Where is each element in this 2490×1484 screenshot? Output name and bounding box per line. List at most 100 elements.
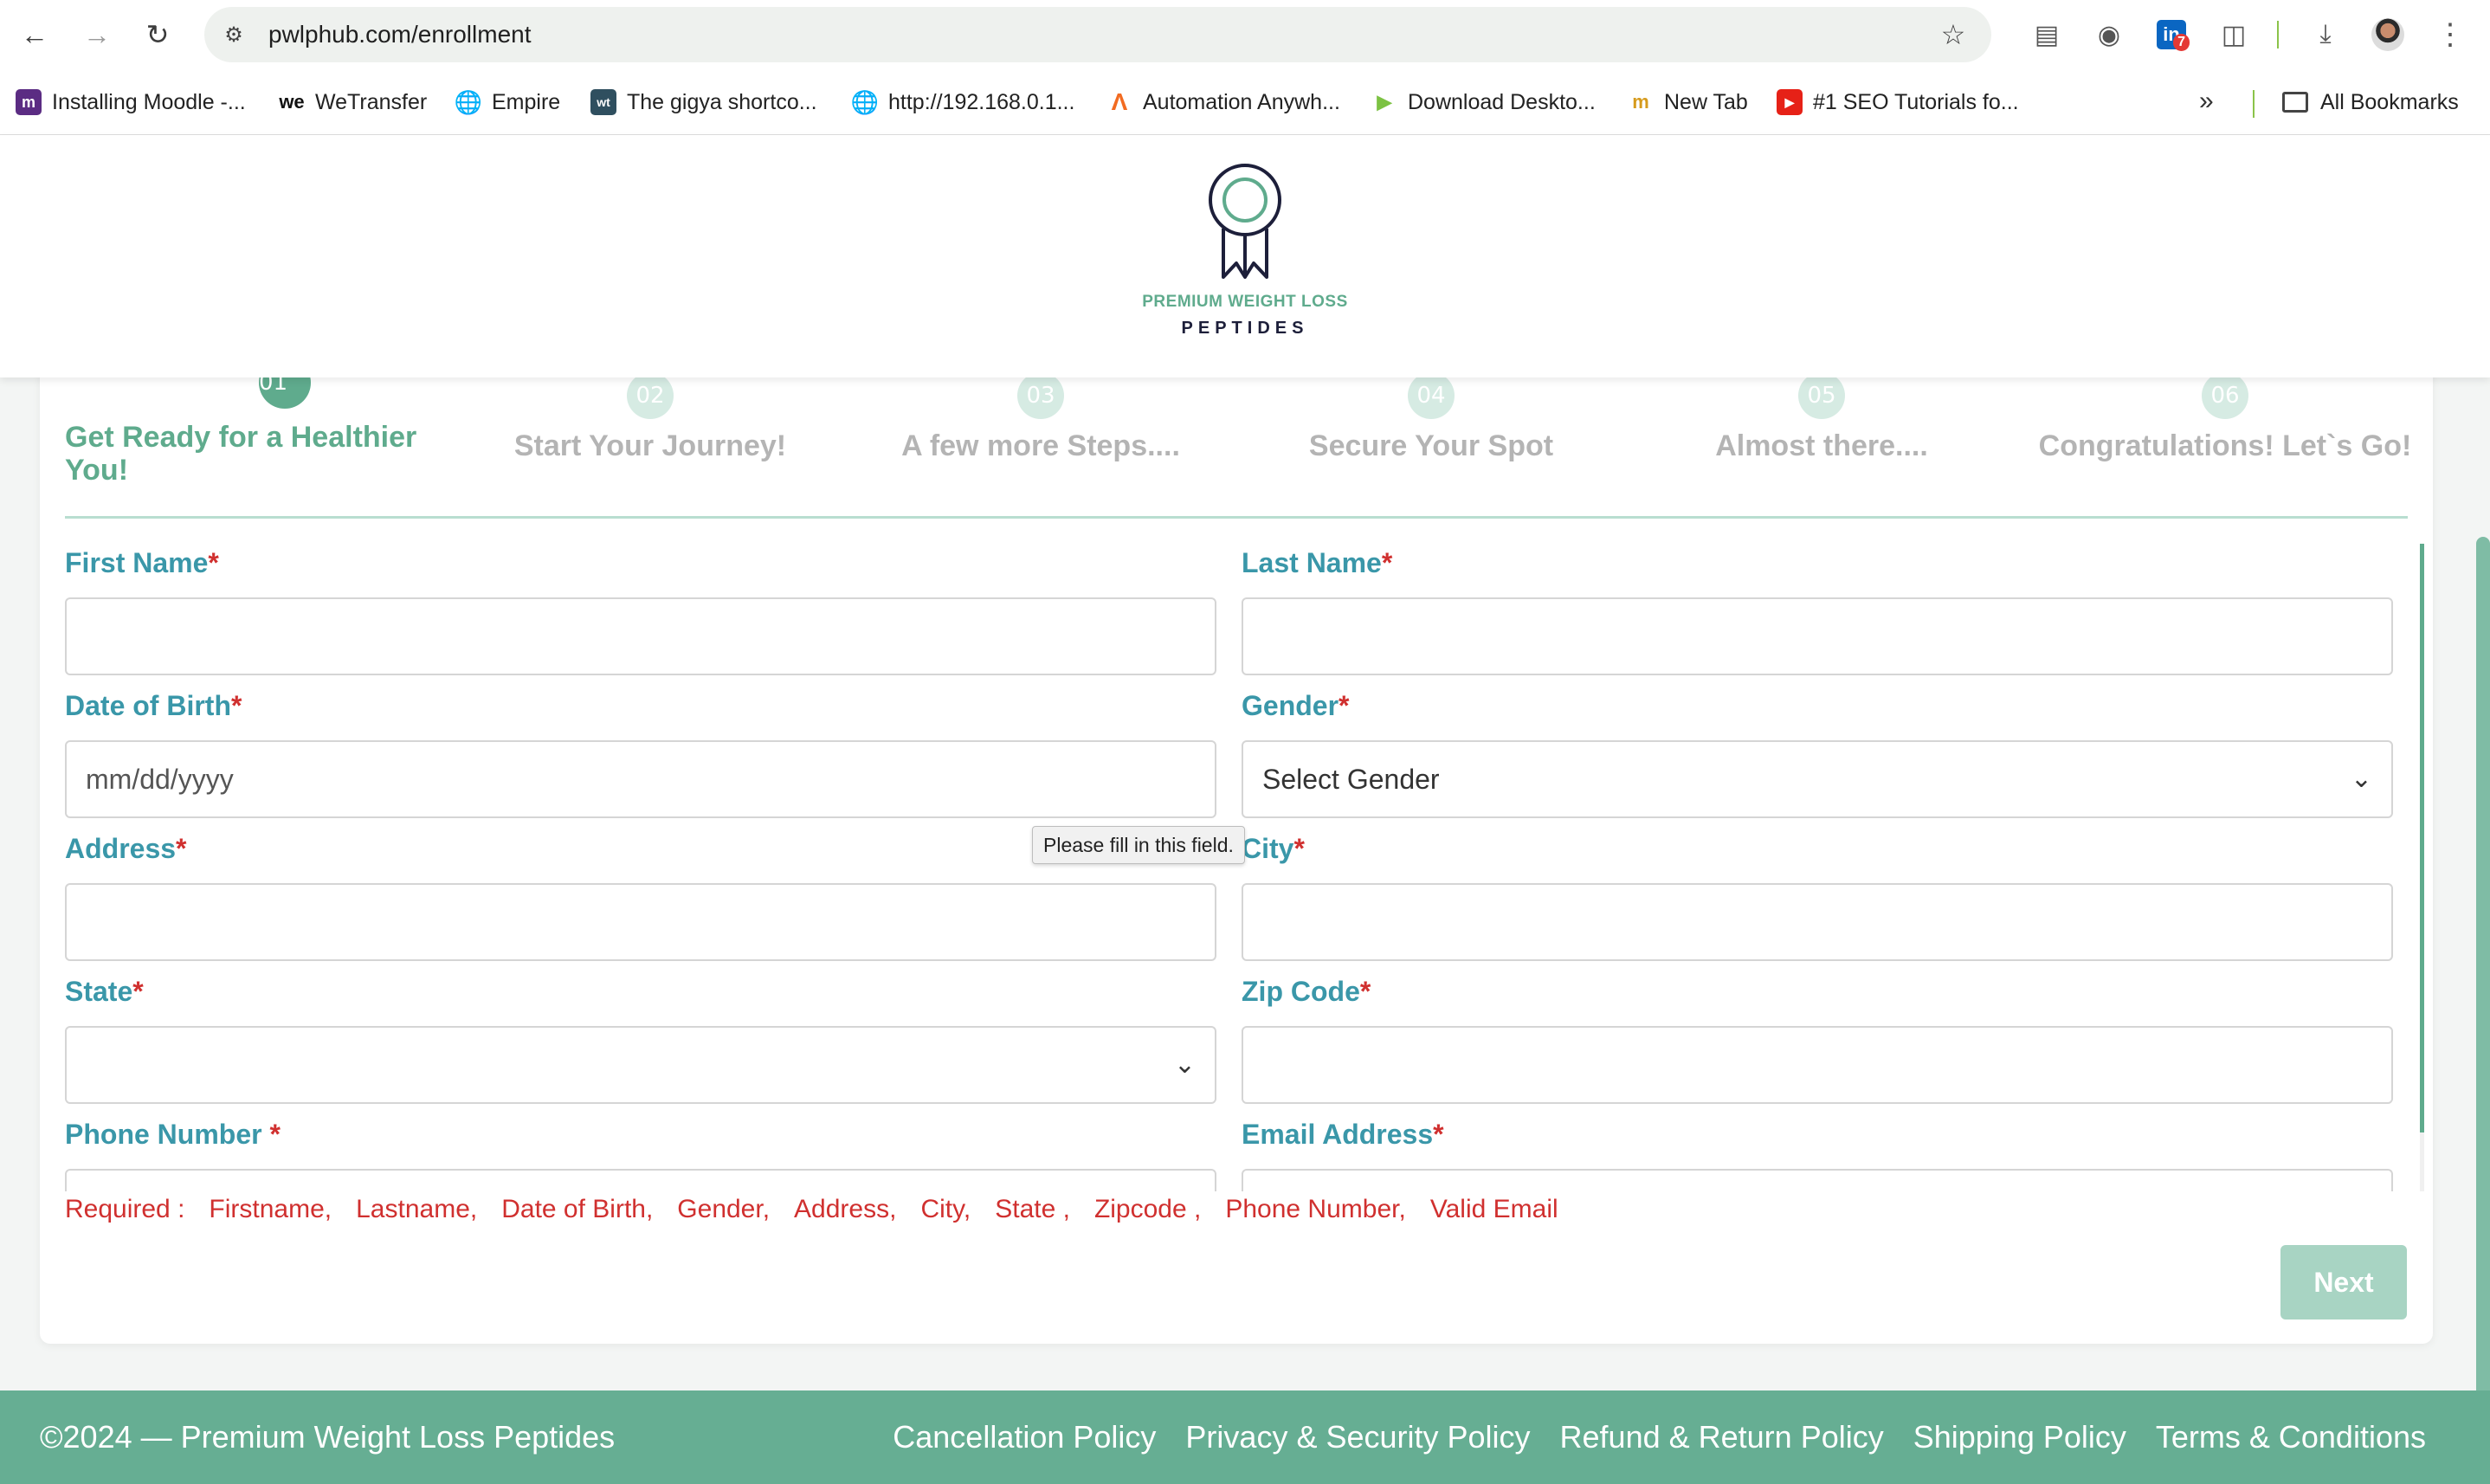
bookmark-item[interactable]: m New Tab <box>1628 87 1748 118</box>
bookmark-item[interactable]: wt The gigya shortco... <box>590 87 817 118</box>
logo-wordmark: PEPTIDES <box>1181 319 1309 338</box>
forward-icon[interactable]: → <box>78 16 116 54</box>
linkedin-extension-icon[interactable]: in 7 <box>2152 16 2190 54</box>
step-label: Almost there.... <box>1715 429 1928 462</box>
step-5[interactable]: 05 Almost there.... <box>1648 372 1995 463</box>
step-number: 02 <box>627 372 674 419</box>
state-label: State* <box>65 976 144 1007</box>
bookmark-item[interactable]: Λ Automation Anywh... <box>1106 87 1340 118</box>
dob-label: Date of Birth* <box>65 690 242 721</box>
city-label: City* <box>1242 833 1305 864</box>
footer-link-shipping[interactable]: Shipping Policy <box>1913 1419 2126 1455</box>
bookmark-item[interactable]: 🌐 Empire <box>455 87 560 118</box>
page-scrollbar[interactable] <box>2476 537 2490 1403</box>
bookmark-item[interactable]: ▶ #1 SEO Tutorials fo... <box>1777 87 2019 118</box>
step-2[interactable]: 02 Start Your Journey! <box>477 372 823 463</box>
step-6[interactable]: 06 Congratulations! Let`s Go! <box>2035 372 2416 463</box>
bookmark-item[interactable]: ▶ Download Deskto... <box>1371 87 1596 118</box>
clapperboard-icon[interactable]: ▤ <box>2028 16 2066 54</box>
chevron-down-icon: ⌄ <box>1173 1050 1196 1079</box>
all-bookmarks-button[interactable]: All Bookmarks <box>2282 87 2459 118</box>
automation-anywhere-icon: Λ <box>1111 88 1128 115</box>
state-select[interactable]: ⌄ <box>65 1026 1216 1104</box>
city-input[interactable] <box>1242 883 2393 961</box>
camera-icon[interactable]: ◉ <box>2090 16 2128 54</box>
bookmarks-bar: m Installing Moodle -... we WeTransfer 🌐… <box>0 69 2490 135</box>
enrollment-form: First Name* Last Name* Date of Birth* mm… <box>65 544 2424 1191</box>
kebab-menu-icon[interactable]: ⋮ <box>2431 16 2469 54</box>
footer-link-cancellation[interactable]: Cancellation Policy <box>893 1419 1156 1455</box>
footer-link-refund[interactable]: Refund & Return Policy <box>1560 1419 1884 1455</box>
bookmark-item[interactable]: m Installing Moodle -... <box>16 87 246 118</box>
steps-divider <box>65 516 2408 519</box>
chevron-down-icon: ⌄ <box>2350 765 2372 793</box>
site-footer: ©2024 — Premium Weight Loss Peptides Can… <box>0 1390 2490 1484</box>
email-group: Email Address* <box>1242 1115 2393 1191</box>
bookmark-item[interactable]: 🌐 http://192.168.0.1... <box>850 87 1075 118</box>
email-label: Email Address* <box>1242 1119 1444 1150</box>
step-number: 06 <box>2202 372 2248 419</box>
last-name-label: Last Name* <box>1242 547 1393 578</box>
state-group: State* ⌄ <box>65 972 1216 1104</box>
site-header: PREMIUM WEIGHT LOSS PEPTIDES <box>0 135 2490 377</box>
zip-input[interactable] <box>1242 1026 2393 1104</box>
step-3[interactable]: 03 A few more Steps.... <box>868 372 1214 463</box>
moodle-icon: m <box>16 89 42 115</box>
step-label: Get Ready for a Healthier You! <box>65 421 417 487</box>
youtube-icon: ▶ <box>1777 89 1803 115</box>
reload-icon[interactable]: ↻ <box>139 16 177 54</box>
footer-copyright: ©2024 — Premium Weight Loss Peptides <box>40 1419 616 1455</box>
address-input[interactable] <box>65 883 1216 961</box>
logo-tagline: PREMIUM WEIGHT LOSS <box>1142 293 1348 311</box>
gender-selected-value: Select Gender <box>1262 764 1440 795</box>
footer-link-privacy[interactable]: Privacy & Security Policy <box>1185 1419 1530 1455</box>
wetransfer-icon: we <box>279 91 305 113</box>
bookmarks-overflow-icon[interactable]: » <box>2199 87 2214 116</box>
footer-links: Cancellation Policy Privacy & Security P… <box>863 1390 2426 1484</box>
phone-label: Phone Number * <box>65 1119 281 1150</box>
phone-group: Phone Number * <box>65 1115 1216 1191</box>
step-number: 03 <box>1017 372 1064 419</box>
profile-avatar[interactable] <box>2369 16 2407 54</box>
step-4[interactable]: 04 Secure Your Spot <box>1258 372 1604 463</box>
bookmark-star-icon[interactable]: ☆ <box>1934 16 1972 54</box>
zip-group: Zip Code* <box>1242 972 2393 1104</box>
gender-label: Gender* <box>1242 690 1350 721</box>
next-button[interactable]: Next <box>2280 1245 2407 1319</box>
dob-input[interactable]: mm/dd/yyyy <box>65 740 1216 818</box>
extension-badge: 7 <box>2173 34 2190 51</box>
step-label: Secure Your Spot <box>1308 429 1554 462</box>
gender-select[interactable]: Select Gender ⌄ <box>1242 740 2393 818</box>
required-item: Zipcode , <box>1093 1195 1202 1223</box>
site-info-icon[interactable]: ⚙ <box>218 19 249 50</box>
bookmark-item[interactable]: we WeTransfer <box>279 87 427 118</box>
first-name-input[interactable] <box>65 597 1216 675</box>
footer-link-terms[interactable]: Terms & Conditions <box>2156 1419 2426 1455</box>
folder-icon <box>2282 92 2308 113</box>
back-icon[interactable]: ← <box>16 16 54 54</box>
bookmarks-divider <box>2253 90 2255 118</box>
step-number: 05 <box>1798 372 1845 419</box>
url-text[interactable]: pwlphub.com/enrollment <box>268 7 532 62</box>
site-logo[interactable]: PREMIUM WEIGHT LOSS PEPTIDES <box>1126 161 1364 339</box>
download-icon[interactable]: ⤓ <box>2306 16 2345 54</box>
last-name-input[interactable] <box>1242 597 2393 675</box>
required-item: Date of Birth, <box>501 1195 654 1223</box>
globe-icon: 🌐 <box>454 88 483 115</box>
required-item: Gender, <box>677 1195 771 1223</box>
dob-group: Date of Birth* mm/dd/yyyy <box>65 687 1216 818</box>
step-label: A few more Steps.... <box>901 429 1180 462</box>
address-bar[interactable]: ⚙ pwlphub.com/enrollment ☆ <box>204 7 1991 62</box>
required-item: Lastname, <box>356 1195 478 1223</box>
first-name-label: First Name* <box>65 547 219 578</box>
validation-tooltip: Please fill in this field. <box>1032 826 1245 864</box>
form-scrollbar-thumb[interactable] <box>2420 544 2424 1132</box>
required-fields-message: Required : Firstname, Lastname, Date of … <box>65 1188 1583 1231</box>
globe-icon: 🌐 <box>850 88 880 115</box>
first-name-group: First Name* <box>65 544 1216 675</box>
required-item: Valid Email <box>1429 1195 1558 1223</box>
wt-icon: wt <box>590 89 616 115</box>
puzzle-icon[interactable]: ◫ <box>2215 16 2253 54</box>
city-group: City* <box>1242 829 2393 961</box>
required-item: Firstname, <box>209 1195 332 1223</box>
